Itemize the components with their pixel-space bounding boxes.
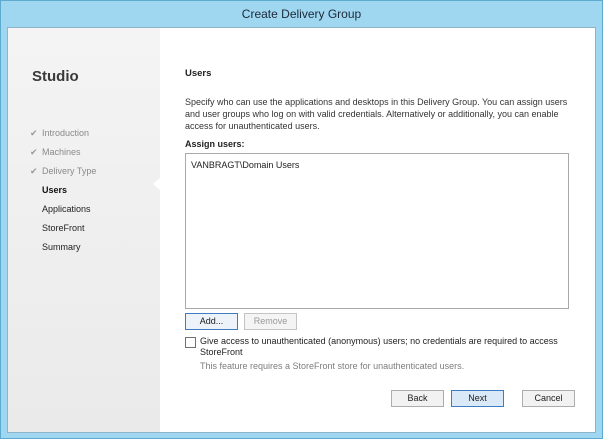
remove-user-button[interactable]: Remove (244, 313, 297, 330)
step-machines[interactable]: ✔ Machines (30, 143, 96, 162)
add-user-button[interactable]: Add... (185, 313, 238, 330)
assigned-users-list[interactable]: VANBRAGT\Domain Users (185, 153, 569, 309)
step-applications[interactable]: Applications (30, 200, 96, 219)
wizard-sidebar: Studio ✔ Introduction ✔ Machines ✔ Delivery… (8, 28, 160, 432)
cancel-button[interactable]: Cancel (522, 390, 575, 407)
check-icon: ✔ (30, 166, 38, 176)
step-summary[interactable]: Summary (30, 238, 96, 257)
step-label: Users (42, 185, 68, 195)
assign-users-label: Assign users: (185, 139, 245, 149)
check-icon: ✔ (30, 128, 38, 138)
step-label: StoreFront (42, 223, 85, 233)
anonymous-access-checkbox[interactable] (185, 337, 196, 348)
window-title: Create Delivery Group (241, 7, 362, 21)
active-step-pointer-icon (153, 178, 160, 190)
step-storefront[interactable]: StoreFront (30, 219, 96, 238)
step-label: Machines (42, 147, 81, 157)
list-item[interactable]: VANBRAGT\Domain Users (191, 160, 299, 170)
page-description: Specify who can use the applications and… (185, 97, 568, 131)
page-title: Users (185, 68, 212, 79)
check-icon: ✔ (30, 147, 38, 157)
next-button[interactable]: Next (451, 390, 504, 407)
step-introduction[interactable]: ✔ Introduction (30, 124, 96, 143)
step-delivery-type[interactable]: ✔ Delivery Type (30, 162, 96, 181)
anonymous-access-label[interactable]: Give access to unauthenticated (anonymou… (200, 336, 575, 358)
step-label: Summary (42, 242, 81, 252)
wizard-window: Create Delivery Group Studio ✔ Introducti… (0, 0, 603, 439)
wizard-client-area: Studio ✔ Introduction ✔ Machines ✔ Delivery… (7, 27, 596, 433)
step-label: Delivery Type (42, 166, 97, 176)
anonymous-access-note: This feature requires a StoreFront store… (200, 361, 465, 371)
back-button[interactable]: Back (391, 390, 444, 407)
step-label: Applications (42, 204, 91, 214)
step-label: Introduction (42, 128, 90, 138)
step-users[interactable]: Users (30, 181, 96, 200)
app-name: Studio (32, 68, 79, 85)
step-list: ✔ Introduction ✔ Machines ✔ Delivery Type U… (30, 124, 96, 257)
